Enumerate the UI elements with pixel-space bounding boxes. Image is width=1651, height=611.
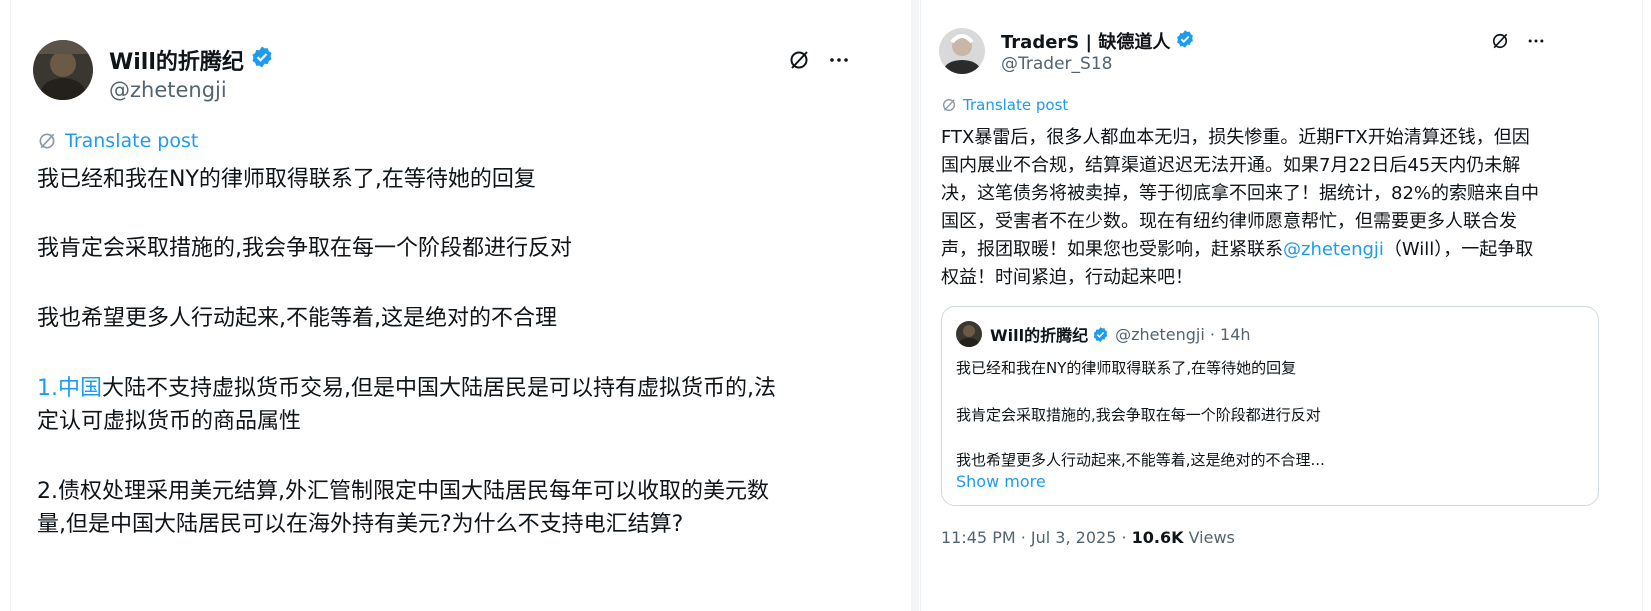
- more-icon[interactable]: [823, 44, 855, 76]
- views-count: 10.6K: [1131, 528, 1184, 547]
- author-handle[interactable]: @Trader_S18: [1001, 54, 1112, 74]
- body-text-pre: 声，报团取暖！如果您也受影响，赶紧联系: [941, 239, 1283, 260]
- hashtag-link[interactable]: 1.中国: [37, 376, 102, 401]
- tweet-paragraph-3: 我也希望更多人行动起来,不能等着,这是绝对的不合理: [37, 306, 557, 331]
- show-more-link[interactable]: Show more: [956, 472, 1046, 491]
- grok-icon[interactable]: [1487, 28, 1513, 54]
- author-handle[interactable]: @zhetengji: [109, 78, 227, 102]
- author-avatar[interactable]: [939, 28, 985, 74]
- quoted-tweet[interactable]: Will的折腾纪 @zhetengji · 14h 我已经和我在NY的律师取得联…: [941, 306, 1599, 506]
- author-name-text: Will的折腾纪: [109, 50, 244, 75]
- paragraph-4-text: 大陆不支持虚拟货币交易,但是中国大陆居民是可以持有虚拟货币的,法: [102, 376, 776, 401]
- body-text-post: （Will），一起争取: [1383, 239, 1534, 260]
- author-name-text: TraderS | 缺德道人: [1001, 32, 1171, 53]
- verified-badge-icon: [250, 45, 274, 75]
- quoted-line: 我也希望更多人行动起来,不能等着,这是绝对的不合理...: [956, 451, 1325, 469]
- more-icon[interactable]: [1523, 28, 1549, 54]
- translate-icon: [39, 133, 55, 149]
- quoted-tweet-header: Will的折腾纪 @zhetengji · 14h: [956, 321, 1251, 347]
- verified-badge-icon: [1175, 29, 1195, 54]
- quoted-line: 我已经和我在NY的律师取得联系了,在等待她的回复: [956, 359, 1297, 377]
- tweet-paragraph-1: 我已经和我在NY的律师取得联系了,在等待她的回复: [37, 167, 536, 192]
- tweet-paragraph-4-line1: 1.中国大陆不支持虚拟货币交易,但是中国大陆居民是可以持有虚拟货币的,法: [37, 372, 776, 405]
- views-label: Views: [1183, 528, 1235, 547]
- body-line-with-mention: 声，报团取暖！如果您也受影响，赶紧联系@zhetengji（Will），一起争取: [941, 236, 1631, 264]
- author-name[interactable]: TraderS | 缺德道人: [1001, 28, 1195, 54]
- translate-label: Translate post: [65, 130, 199, 152]
- author-avatar[interactable]: [33, 40, 93, 100]
- right-tweet: TraderS | 缺德道人 @Trader_S18 Translate pos…: [920, 0, 1643, 611]
- timestamp[interactable]: 11:45 PM · Jul 3, 2025 ·: [941, 528, 1132, 547]
- tweet-body: FTX暴雷后，很多人都血本无归，损失惨重。近期FTX开始清算还钱，但因 国内展业…: [941, 124, 1631, 292]
- tweet-paragraph-5-line2: 量,但是中国大陆居民可以在海外持有美元?为什么不支持电汇结算?: [37, 512, 684, 537]
- translate-label: Translate post: [963, 96, 1069, 114]
- author-name[interactable]: Will的折腾纪: [109, 44, 274, 76]
- left-tweet: Will的折腾纪 @zhetengji Translate post 我已经和我…: [10, 0, 911, 611]
- body-line: 决，这笔债务将被卖掉，等于彻底拿不回来了！据统计，82%的索赔来自中: [941, 183, 1540, 204]
- tweet-footer: 11:45 PM · Jul 3, 2025 · 10.6K Views: [941, 528, 1235, 547]
- mention-link[interactable]: @zhetengji: [1283, 239, 1384, 260]
- verified-badge-icon: [1092, 326, 1109, 343]
- body-line: 权益！时间紧迫，行动起来吧！: [941, 267, 1193, 288]
- quoted-author-avatar[interactable]: [956, 321, 982, 347]
- body-line: 国内展业不合规，结算渠道迟迟无法开通。如果7月22日后45天内仍未解: [941, 155, 1521, 176]
- body-line: FTX暴雷后，很多人都血本无归，损失惨重。近期FTX开始清算还钱，但因: [941, 127, 1530, 148]
- quoted-handle-time: @zhetengji · 14h: [1115, 324, 1251, 344]
- tweet-paragraph-4-line2: 定认可虚拟货币的商品属性: [37, 409, 302, 434]
- tweet-paragraph-2: 我肯定会采取措施的,我会争取在每一个阶段都进行反对: [37, 236, 572, 261]
- tweet-paragraph-5-line1: 2.债权处理采用美元结算,外汇管制限定中国大陆居民每年可以收取的美元数: [37, 479, 769, 504]
- translate-icon: [943, 99, 955, 111]
- quoted-line: 我肯定会采取措施的,我会争取在每一个阶段都进行反对: [956, 406, 1321, 424]
- grok-icon[interactable]: [783, 44, 815, 76]
- quoted-author-name[interactable]: Will的折腾纪: [990, 322, 1088, 346]
- panel-separator: [911, 0, 919, 611]
- translate-post-link[interactable]: Translate post: [37, 130, 198, 152]
- body-line: 国区，受害者不在少数。现在有纽约律师愿意帮忙，但需要更多人联合发: [941, 211, 1517, 232]
- translate-post-link[interactable]: Translate post: [941, 96, 1068, 114]
